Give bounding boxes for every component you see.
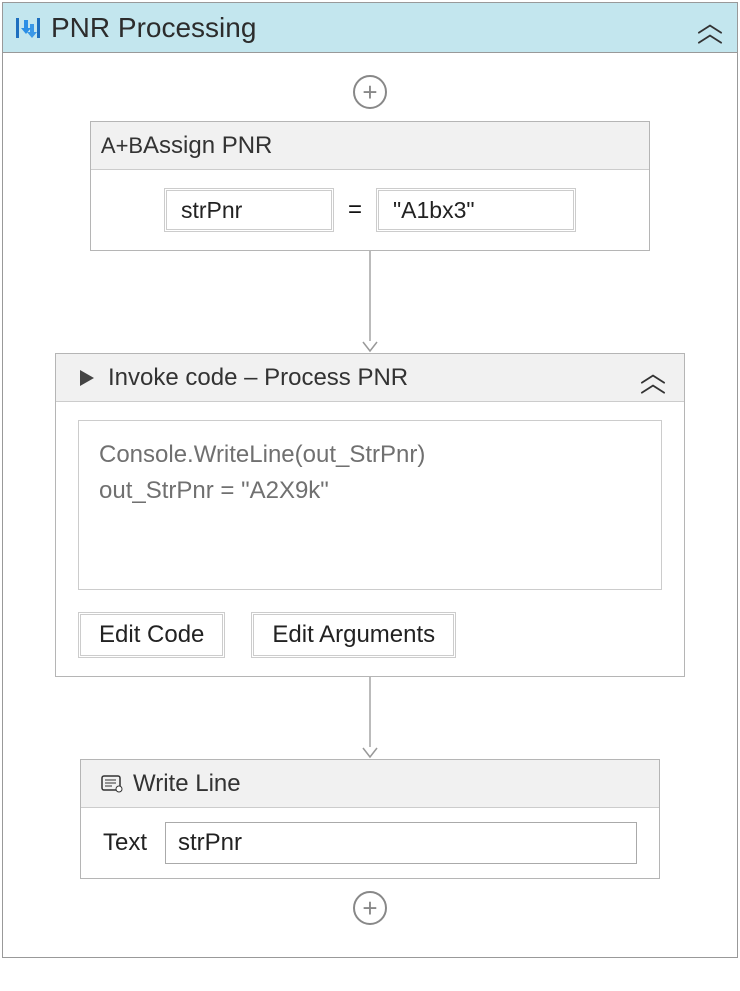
sequence-header[interactable]: PNR Processing ︿︿	[3, 3, 737, 53]
add-activity-bottom-button[interactable]: +	[353, 891, 387, 925]
assign-activity[interactable]: A+B Assign PNR strPnr = "A1bx3"	[90, 121, 650, 251]
assign-to-input[interactable]: strPnr	[164, 188, 334, 232]
play-icon	[70, 368, 104, 388]
invoke-code-activity[interactable]: Invoke code – Process PNR ︿︿ Console.Wri…	[55, 353, 685, 677]
assign-icon: A+B	[105, 133, 139, 159]
invoke-code-preview[interactable]: Console.WriteLine(out_StrPnr) out_StrPnr…	[78, 420, 662, 590]
equals-label: =	[348, 196, 362, 224]
flow-arrow	[362, 251, 378, 353]
write-line-activity[interactable]: Write Line Text strPnr	[80, 759, 660, 879]
invoke-title: Invoke code – Process PNR	[108, 364, 640, 392]
add-activity-top-button[interactable]: +	[353, 75, 387, 109]
write-line-text-label: Text	[103, 829, 147, 857]
collapse-icon[interactable]: ︿︿	[640, 368, 670, 388]
assign-title: Assign PNR	[143, 132, 635, 160]
edit-code-button[interactable]: Edit Code	[78, 612, 225, 658]
sequence-title: PNR Processing	[51, 12, 697, 44]
collapse-icon[interactable]: ︿︿	[697, 18, 727, 38]
write-line-text-input[interactable]: strPnr	[165, 822, 637, 864]
assign-value-input[interactable]: "A1bx3"	[376, 188, 576, 232]
sequence-icon	[13, 13, 43, 43]
write-line-header[interactable]: Write Line	[81, 760, 659, 808]
invoke-header[interactable]: Invoke code – Process PNR ︿︿	[56, 354, 684, 402]
flow-arrow	[362, 677, 378, 759]
edit-arguments-button[interactable]: Edit Arguments	[251, 612, 456, 658]
write-line-icon	[95, 774, 129, 794]
write-line-title: Write Line	[133, 770, 645, 798]
sequence-activity[interactable]: PNR Processing ︿︿ + A+B Assign PNR strPn…	[2, 2, 738, 958]
sequence-body: + A+B Assign PNR strPnr = "A1bx3"	[3, 53, 737, 957]
assign-header[interactable]: A+B Assign PNR	[91, 122, 649, 170]
assign-row: strPnr = "A1bx3"	[113, 188, 627, 232]
